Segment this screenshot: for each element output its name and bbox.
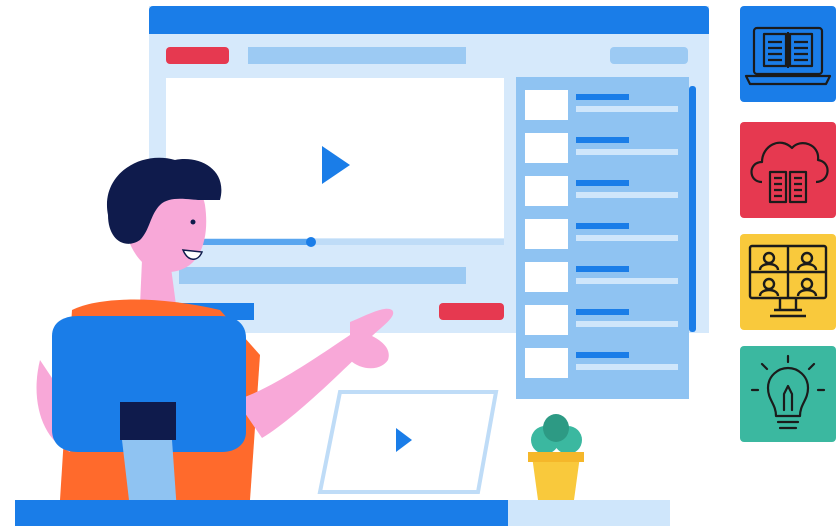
desk-shelf [508, 500, 670, 526]
laptop [317, 390, 499, 494]
potted-plant [528, 414, 584, 500]
illustration-scene [36, 157, 584, 526]
